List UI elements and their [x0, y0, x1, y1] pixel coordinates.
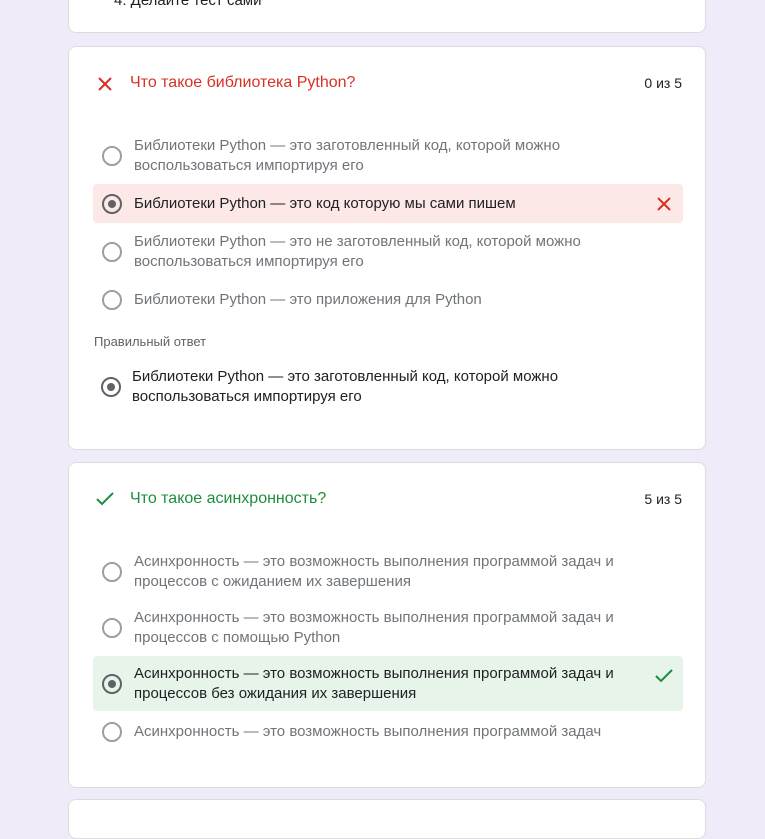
radio-option-3[interactable] — [102, 242, 122, 262]
correct-check-icon — [655, 669, 673, 683]
radio-option-1[interactable] — [102, 562, 122, 582]
correct-check-icon — [96, 492, 114, 506]
radio-option-2-selected[interactable] — [102, 194, 122, 214]
radio-option-3-selected[interactable] — [102, 674, 122, 694]
question-card-async: Что такое асинхронность? 5 из 5 Асинхрон… — [68, 462, 706, 788]
option-2-label: Библиотеки Python — это код которую мы с… — [134, 195, 516, 212]
radio-option-4[interactable] — [102, 290, 122, 310]
question-title: Что такое библиотека Python? — [130, 74, 356, 91]
previous-question-card: 4. Делайте тест сами — [68, 0, 706, 33]
correct-answer-text: Библиотеки Python — это заготовленный ко… — [132, 368, 559, 405]
previous-question-text: 4. Делайте тест сами — [114, 0, 262, 9]
incorrect-x-icon — [98, 77, 112, 91]
option-3-label: Асинхронность — это возможность выполнен… — [134, 665, 614, 702]
question-card-python-library: Что такое библиотека Python? 0 из 5 Библ… — [68, 46, 706, 450]
radio-option-1[interactable] — [102, 146, 122, 166]
next-question-card — [68, 799, 706, 839]
question-title: Что такое асинхронность? — [130, 490, 327, 507]
radio-option-2[interactable] — [102, 618, 122, 638]
question-score: 0 из 5 — [644, 75, 682, 91]
option-1-label: Библиотеки Python — это заготовленный ко… — [134, 137, 561, 174]
option-4-label: Асинхронность — это возможность выполнен… — [134, 723, 602, 740]
option-1-label: Асинхронность — это возможность выполнен… — [134, 553, 614, 590]
option-4-label: Библиотеки Python — это приложения для P… — [134, 291, 482, 308]
question-score: 5 из 5 — [644, 491, 682, 507]
correct-answer-label: Правильный ответ — [94, 334, 207, 349]
incorrect-x-icon — [657, 197, 671, 211]
option-2-label: Асинхронность — это возможность выполнен… — [134, 609, 614, 646]
radio-option-4[interactable] — [102, 722, 122, 742]
correct-answer-radio — [101, 377, 121, 397]
option-3-label: Библиотеки Python — это не заготовленный… — [134, 233, 581, 270]
